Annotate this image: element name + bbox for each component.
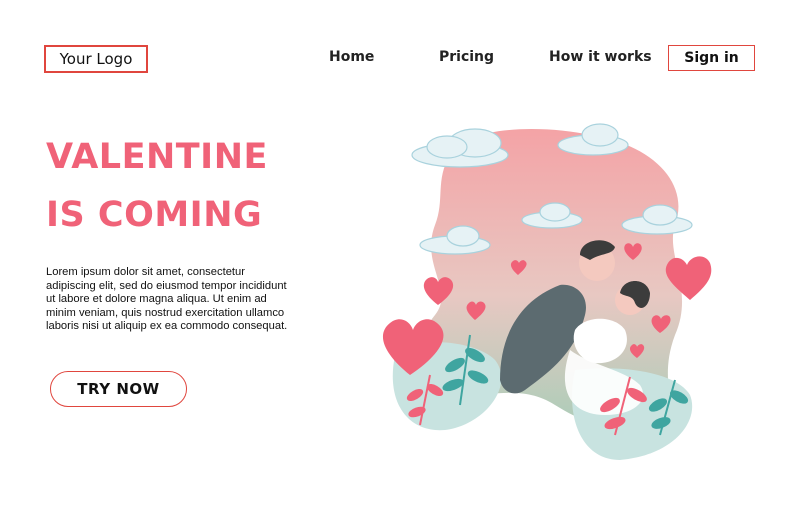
description-line: minim veniam, quis nostrud exercitation … (46, 306, 285, 319)
try-now-button[interactable]: TRY NOW (50, 371, 187, 407)
sign-in-button[interactable]: Sign in (668, 45, 755, 71)
description-line: Lorem ipsum dolor sit amet, consectetur (46, 266, 245, 278)
sign-in-label: Sign in (684, 50, 739, 66)
nav-pricing-link[interactable]: Pricing (439, 49, 494, 65)
logo-label: Your Logo (59, 50, 133, 68)
try-now-label: TRY NOW (77, 380, 160, 398)
cloud (411, 128, 509, 168)
hero-description: Lorem ipsum dolor sit amet, consectetur … (46, 266, 318, 334)
description-line: laboris nisi ut aliquip ex ea commodo co… (46, 320, 288, 333)
logo[interactable]: Your Logo (44, 45, 148, 73)
headline-line-1: VALENTINE (46, 137, 268, 177)
nav-how-it-works-link[interactable]: How it works (549, 49, 652, 65)
headline-line-2: IS COMING (46, 195, 263, 235)
nav-home-link[interactable]: Home (329, 49, 374, 65)
description-line: adipiscing elit, sed do eiusmod tempor i… (46, 279, 287, 292)
description-line: ut labore et dolore magna aliqua. Ut eni… (46, 293, 267, 306)
couple-illustration (382, 123, 712, 460)
cloud (557, 123, 629, 156)
